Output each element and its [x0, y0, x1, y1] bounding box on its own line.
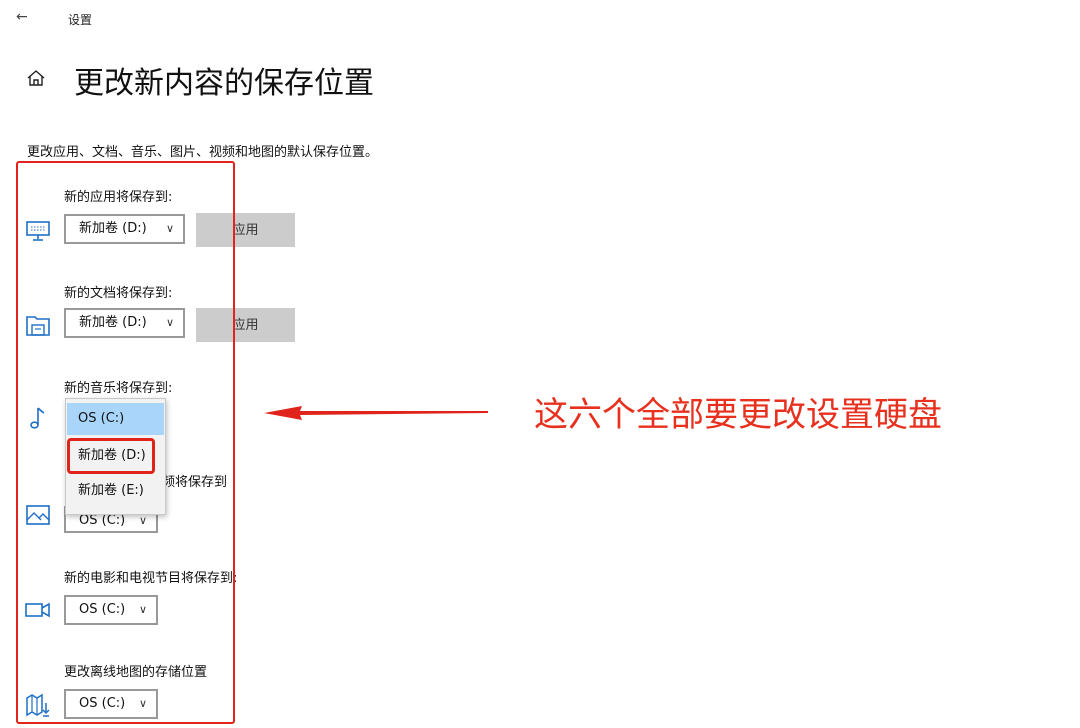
- back-arrow-icon[interactable]: ←: [16, 9, 28, 25]
- page-description: 更改应用、文档、音乐、图片、视频和地图的默认保存位置。: [27, 145, 379, 160]
- home-icon[interactable]: [26, 68, 46, 88]
- annotation-text: 这六个全部要更改设置硬盘: [534, 395, 942, 435]
- settings-window: ← 设置 更改新内容的保存位置 更改应用、文档、音乐、图片、视频和地图的默认保存…: [0, 0, 1080, 728]
- window-title: 设置: [68, 13, 93, 27]
- annotation-highlight-box: [67, 438, 155, 474]
- annotation-arrow-icon: [264, 406, 488, 420]
- page-title: 更改新内容的保存位置: [74, 66, 374, 101]
